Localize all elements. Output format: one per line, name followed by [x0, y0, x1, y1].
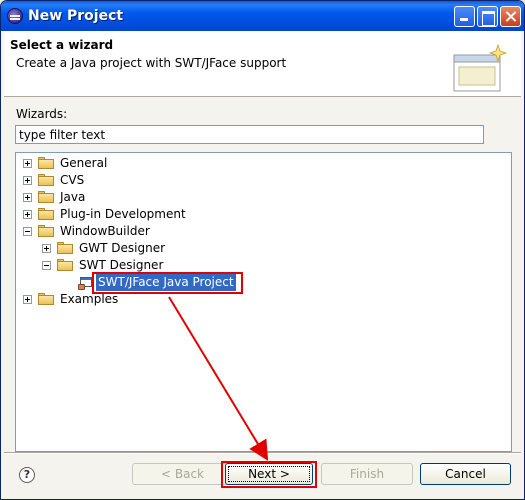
tree-item-java[interactable]: Java: [23, 189, 223, 206]
expand-icon[interactable]: [23, 193, 32, 202]
folder-icon: [38, 208, 54, 221]
folder-icon: [38, 157, 54, 170]
selection-highlight-annotation: [92, 272, 243, 294]
folder-icon: [38, 174, 54, 187]
title-bar[interactable]: New Project: [1, 1, 524, 31]
minimize-button[interactable]: [454, 6, 475, 27]
back-button[interactable]: < Back: [132, 463, 233, 485]
expand-icon[interactable]: [23, 210, 32, 219]
header-title: Select a wizard: [10, 38, 114, 52]
expand-icon[interactable]: [42, 244, 51, 253]
help-button[interactable]: ?: [19, 467, 35, 483]
open-folder-icon: [38, 225, 54, 238]
expand-icon[interactable]: [23, 176, 32, 185]
tree-item-label: Java: [60, 190, 86, 204]
wizard-tree[interactable]: General CVS Java Plug-in Development Win…: [15, 152, 512, 452]
collapse-icon[interactable]: [42, 261, 51, 270]
filter-input[interactable]: [15, 125, 484, 144]
wizard-banner-icon: [453, 43, 508, 92]
wizards-label: Wizards:: [16, 107, 68, 121]
new-project-dialog: New Project Select a wizard Create a Jav…: [0, 0, 525, 500]
tree-item-general[interactable]: General: [23, 155, 223, 172]
tree-item-gwt-designer[interactable]: GWT Designer: [42, 240, 242, 257]
tree-item-label: CVS: [60, 173, 85, 187]
tree-item-label: GWT Designer: [79, 241, 166, 255]
collapse-icon[interactable]: [23, 227, 32, 236]
button-bar-separator: [4, 452, 521, 454]
tree-item-windowbuilder[interactable]: WindowBuilder: [23, 223, 223, 240]
expand-icon[interactable]: [23, 159, 32, 168]
folder-icon: [57, 242, 73, 255]
window-title: New Project: [28, 8, 124, 24]
close-button[interactable]: [500, 6, 521, 27]
next-highlight-annotation: [221, 461, 317, 488]
wizard-header: Select a wizard Create a Java project wi…: [4, 31, 521, 97]
eclipse-icon: [7, 8, 23, 24]
tree-item-plugin-development[interactable]: Plug-in Development: [23, 206, 273, 223]
folder-icon: [38, 293, 54, 306]
maximize-button[interactable]: [477, 6, 498, 27]
finish-button[interactable]: Finish: [321, 463, 413, 485]
tree-item-label: General: [60, 156, 108, 170]
open-folder-icon: [57, 259, 73, 272]
cancel-button[interactable]: Cancel: [420, 463, 511, 485]
header-description: Create a Java project with SWT/JFace sup…: [16, 56, 287, 70]
tree-item-label: Plug-in Development: [60, 207, 186, 221]
folder-icon: [38, 191, 54, 204]
tree-item-label: WindowBuilder: [60, 224, 150, 238]
tree-item-cvs[interactable]: CVS: [23, 172, 223, 189]
expand-icon[interactable]: [23, 295, 32, 304]
